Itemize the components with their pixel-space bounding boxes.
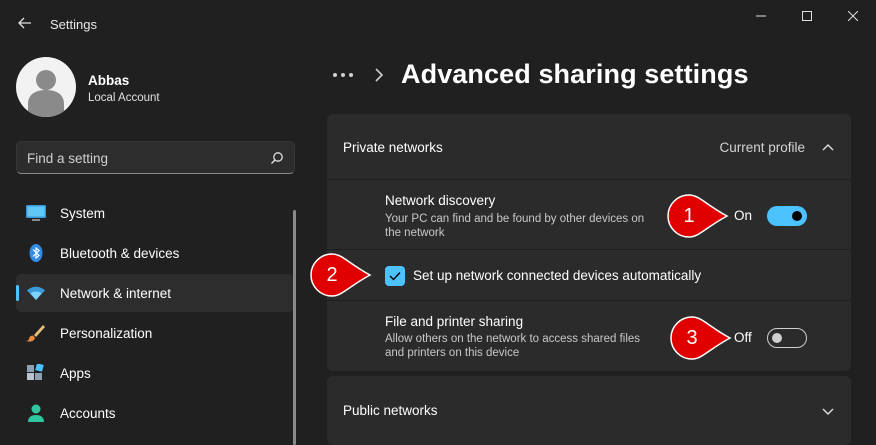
annotation-number: 2 — [326, 263, 338, 286]
sidebar-item-label: Bluetooth & devices — [60, 246, 180, 261]
sidebar-item-label: Personalization — [60, 326, 153, 341]
checkmark-icon — [389, 272, 401, 281]
file-printer-sharing-title: File and printer sharing — [385, 314, 524, 329]
annotation-marker-1: 1 — [667, 194, 729, 238]
toggle-knob — [772, 333, 782, 343]
sidebar-nav: System Bluetooth & devices Network & int… — [16, 194, 294, 434]
sidebar-scrollbar[interactable] — [293, 210, 296, 445]
network-discovery-toggle[interactable] — [767, 206, 807, 226]
apps-icon — [27, 364, 44, 380]
auto-setup-checkbox[interactable] — [385, 266, 405, 286]
active-indicator — [16, 285, 19, 301]
sidebar-item-label: System — [60, 206, 106, 221]
annotation-marker-2: 2 — [310, 253, 372, 297]
maximize-icon — [802, 11, 812, 21]
file-printer-sharing-toggle[interactable] — [767, 328, 807, 348]
annotation-marker-3: 3 — [670, 316, 732, 360]
sidebar-item-system[interactable]: System — [16, 194, 294, 232]
breadcrumb-more-button[interactable] — [330, 62, 356, 88]
back-button[interactable] — [12, 10, 38, 36]
toggle-knob — [792, 211, 802, 221]
sidebar-item-network[interactable]: Network & internet — [16, 274, 294, 312]
auto-setup-row: Set up network connected devices automat… — [327, 251, 851, 301]
app-title: Settings — [50, 17, 97, 32]
sidebar-item-personalization[interactable]: Personalization — [16, 314, 294, 352]
file-printer-sharing-description: Allow others on the network to access sh… — [385, 333, 641, 359]
sidebar-item-accounts[interactable]: Accounts — [16, 394, 294, 432]
private-networks-title: Private networks — [343, 140, 443, 155]
monitor-icon — [26, 205, 46, 221]
chevron-right-icon — [375, 68, 384, 82]
minimize-icon — [756, 15, 766, 17]
wifi-icon — [27, 286, 45, 300]
file-printer-sharing-state: Off — [734, 330, 752, 345]
user-name: Abbas — [88, 73, 130, 88]
search-icon[interactable] — [270, 151, 284, 165]
search-box[interactable]: Find a setting — [16, 141, 295, 174]
network-discovery-state: On — [734, 208, 753, 223]
title-bar: Settings — [0, 0, 876, 48]
network-discovery-description: Your PC can find and be found by other d… — [385, 213, 645, 239]
person-icon — [28, 404, 44, 422]
public-networks-title: Public networks — [343, 403, 438, 418]
close-icon — [848, 11, 858, 21]
public-networks-card[interactable]: Public networks — [327, 376, 851, 445]
search-input[interactable]: Find a setting — [27, 151, 108, 166]
person-silhouette-icon — [28, 70, 64, 117]
annotation-number: 3 — [686, 326, 698, 349]
maximize-button[interactable] — [784, 0, 830, 32]
more-dots-icon — [333, 73, 353, 77]
account-type: Local Account — [88, 92, 160, 104]
private-networks-header[interactable]: Private networks Current profile — [327, 114, 851, 180]
bluetooth-icon — [29, 244, 43, 262]
avatar — [16, 57, 76, 117]
sidebar-item-apps[interactable]: Apps — [16, 354, 294, 392]
file-printer-sharing-row: File and printer sharing Allow others on… — [327, 302, 851, 371]
minimize-button[interactable] — [738, 0, 784, 32]
sidebar-item-label: Accounts — [60, 406, 116, 421]
network-discovery-title: Network discovery — [385, 193, 496, 208]
network-discovery-row: Network discovery Your PC can find and b… — [327, 181, 851, 250]
close-button[interactable] — [830, 0, 876, 32]
user-profile[interactable]: Abbas Local Account — [16, 57, 296, 119]
private-networks-card: Private networks Current profile Network… — [327, 114, 851, 371]
chevron-down-icon[interactable] — [821, 405, 835, 419]
sidebar-item-label: Network & internet — [60, 286, 172, 301]
auto-setup-label[interactable]: Set up network connected devices automat… — [413, 268, 701, 283]
annotation-number: 1 — [683, 204, 695, 227]
back-arrow-icon — [18, 17, 31, 29]
page-title: Advanced sharing settings — [401, 59, 749, 89]
sidebar-item-bluetooth[interactable]: Bluetooth & devices — [16, 234, 294, 272]
chevron-up-icon[interactable] — [821, 140, 835, 154]
current-profile-label: Current profile — [719, 140, 805, 155]
paintbrush-icon — [26, 325, 45, 342]
sidebar-item-label: Apps — [60, 366, 91, 381]
